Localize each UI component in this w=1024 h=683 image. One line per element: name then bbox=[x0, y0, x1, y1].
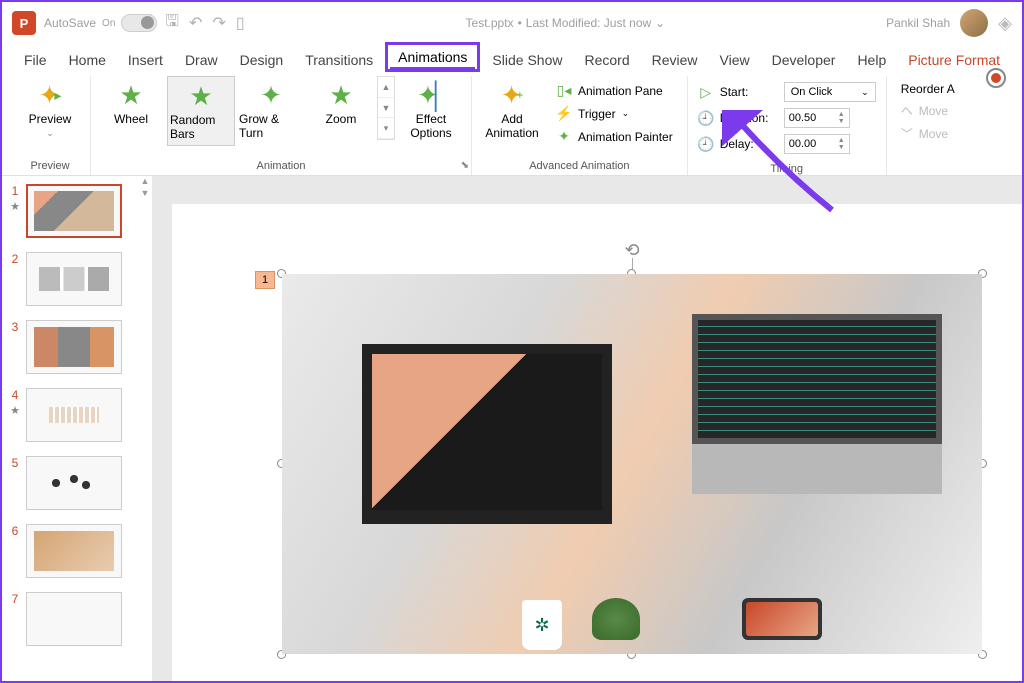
username: Pankil Shah bbox=[886, 16, 950, 30]
avatar[interactable] bbox=[960, 9, 988, 37]
scroll-up-icon[interactable]: ▲ bbox=[138, 176, 152, 188]
tab-insert[interactable]: Insert bbox=[118, 48, 173, 72]
star-add-icon: ✦+ bbox=[501, 80, 524, 110]
move-earlier-button: ヘMove bbox=[897, 100, 959, 121]
pane-icon: ▯◂ bbox=[556, 82, 572, 99]
play-icon: ▷ bbox=[698, 84, 714, 101]
delay-label: Delay: bbox=[720, 137, 778, 151]
animation-random-bars[interactable]: ★ Random Bars bbox=[167, 76, 235, 146]
gallery-expand-icon: ▾ bbox=[378, 118, 394, 139]
slide-thumbnails-panel[interactable]: ▲▼ 1★ 2 3 4★ 5 6 7 bbox=[2, 176, 152, 681]
slide-thumb-4[interactable]: 4★ bbox=[8, 388, 146, 442]
tab-slideshow[interactable]: Slide Show bbox=[482, 48, 572, 72]
tab-transitions[interactable]: Transitions bbox=[295, 48, 383, 72]
slide-canvas[interactable]: 1 ⟲ ✲ bbox=[152, 176, 1022, 681]
duration-label: Duration: bbox=[720, 111, 778, 125]
record-button[interactable] bbox=[986, 68, 1006, 88]
slide: 1 ⟲ ✲ bbox=[172, 204, 1022, 681]
tab-home[interactable]: Home bbox=[59, 48, 116, 72]
group-label-advanced: Advanced Animation bbox=[478, 157, 681, 175]
selected-image[interactable]: 1 ⟲ ✲ bbox=[282, 274, 982, 654]
scroll-up-icon: ▲ bbox=[378, 77, 394, 98]
start-dropdown[interactable]: On Click ⌄ bbox=[784, 82, 876, 102]
tab-view[interactable]: View bbox=[710, 48, 760, 72]
tab-animations[interactable]: Animations bbox=[385, 42, 480, 72]
undo-icon[interactable]: ↶ bbox=[189, 13, 202, 33]
reorder-title: Reorder A bbox=[897, 80, 959, 98]
up-arrow-icon: ヘ bbox=[901, 102, 913, 119]
title-bar: P AutoSave On 🖫 ↶ ↷ ▯ Test.pptx • Last M… bbox=[2, 2, 1022, 44]
slide-thumb-5[interactable]: 5 bbox=[8, 456, 146, 510]
autosave-toggle[interactable]: AutoSave On bbox=[44, 14, 157, 32]
animation-indicator-icon: ★ bbox=[10, 404, 20, 417]
dialog-launcher-icon[interactable]: ⬊ bbox=[461, 160, 469, 171]
redo-icon[interactable]: ↷ bbox=[212, 13, 225, 33]
trigger-icon: ⚡ bbox=[556, 105, 572, 122]
start-label: Start: bbox=[720, 85, 778, 99]
group-label-animation: Animation bbox=[97, 157, 465, 175]
gallery-scroll[interactable]: ▲ ▼ ▾ bbox=[377, 76, 395, 140]
group-label-preview: Preview bbox=[16, 157, 84, 175]
file-title: Test.pptx • Last Modified: Just now ⌄ bbox=[253, 16, 878, 30]
tab-developer[interactable]: Developer bbox=[762, 48, 846, 72]
clock-icon: 🕘 bbox=[698, 136, 714, 153]
painter-icon: ✦ bbox=[556, 128, 572, 145]
star-preview-icon: ✦▸ bbox=[39, 80, 62, 110]
slide-thumb-1[interactable]: 1★ bbox=[8, 184, 146, 238]
down-arrow-icon: ﹀ bbox=[901, 125, 913, 142]
scroll-down-icon[interactable]: ▼ bbox=[138, 188, 152, 200]
app-icon: P bbox=[12, 11, 36, 35]
from-beginning-icon[interactable]: ▯ bbox=[236, 13, 245, 33]
autosave-label: AutoSave bbox=[44, 16, 96, 30]
clock-icon: 🕘 bbox=[698, 110, 714, 127]
tab-draw[interactable]: Draw bbox=[175, 48, 228, 72]
save-icon[interactable]: 🖫 bbox=[165, 10, 179, 37]
add-animation-button[interactable]: ✦+ Add Animation bbox=[478, 76, 546, 144]
animation-zoom[interactable]: ★ Zoom bbox=[307, 76, 375, 130]
slide-thumb-7[interactable]: 7 bbox=[8, 592, 146, 646]
duration-input[interactable]: 00.50 ▲▼ bbox=[784, 108, 850, 128]
animation-indicator-icon: ★ bbox=[10, 200, 20, 213]
trigger-button[interactable]: ⚡ Trigger ⌄ bbox=[552, 103, 677, 124]
chevron-down-icon: ⌄ bbox=[861, 87, 869, 98]
move-later-button: ﹀Move bbox=[897, 123, 959, 144]
tab-design[interactable]: Design bbox=[230, 48, 294, 72]
toggle-switch[interactable] bbox=[121, 14, 157, 32]
effect-options-button[interactable]: ✦│ Effect Options bbox=[397, 76, 465, 144]
slide-thumb-6[interactable]: 6 bbox=[8, 524, 146, 578]
star-icon: ★ bbox=[119, 80, 142, 110]
autosave-state: On bbox=[102, 18, 115, 29]
tab-help[interactable]: Help bbox=[847, 48, 896, 72]
ribbon-tabs: File Home Insert Draw Design Transitions… bbox=[2, 44, 1022, 72]
delay-input[interactable]: 00.00 ▲▼ bbox=[784, 134, 850, 154]
tab-record[interactable]: Record bbox=[574, 48, 639, 72]
animation-grow-turn[interactable]: ✦ Grow & Turn bbox=[237, 76, 305, 144]
slide-thumb-2[interactable]: 2 bbox=[8, 252, 146, 306]
chevron-down-icon: ⌄ bbox=[46, 128, 54, 139]
preview-button[interactable]: ✦▸ Preview ⌄ bbox=[16, 76, 84, 143]
animation-tag[interactable]: 1 bbox=[255, 271, 275, 289]
star-icon: ★ bbox=[189, 81, 212, 111]
tab-file[interactable]: File bbox=[14, 48, 57, 72]
star-icon: ★ bbox=[329, 80, 352, 110]
tab-review[interactable]: Review bbox=[642, 48, 708, 72]
animation-painter-button[interactable]: ✦ Animation Painter bbox=[552, 126, 677, 147]
animation-wheel[interactable]: ★ Wheel bbox=[97, 76, 165, 130]
diamond-icon[interactable]: ◈ bbox=[998, 13, 1012, 34]
effect-options-icon: ✦│ bbox=[417, 80, 445, 110]
chevron-down-icon: ⌄ bbox=[622, 108, 630, 119]
scroll-down-icon: ▼ bbox=[378, 98, 394, 119]
ribbon: ✦▸ Preview ⌄ Preview ★ Wheel ★ Random Ba… bbox=[2, 72, 1022, 176]
chevron-down-icon[interactable]: ⌄ bbox=[655, 16, 665, 30]
slide-thumb-3[interactable]: 3 bbox=[8, 320, 146, 374]
slide-image: ✲ bbox=[282, 274, 982, 654]
animation-pane-button[interactable]: ▯◂ Animation Pane bbox=[552, 80, 677, 101]
star-icon: ✦ bbox=[260, 80, 282, 110]
